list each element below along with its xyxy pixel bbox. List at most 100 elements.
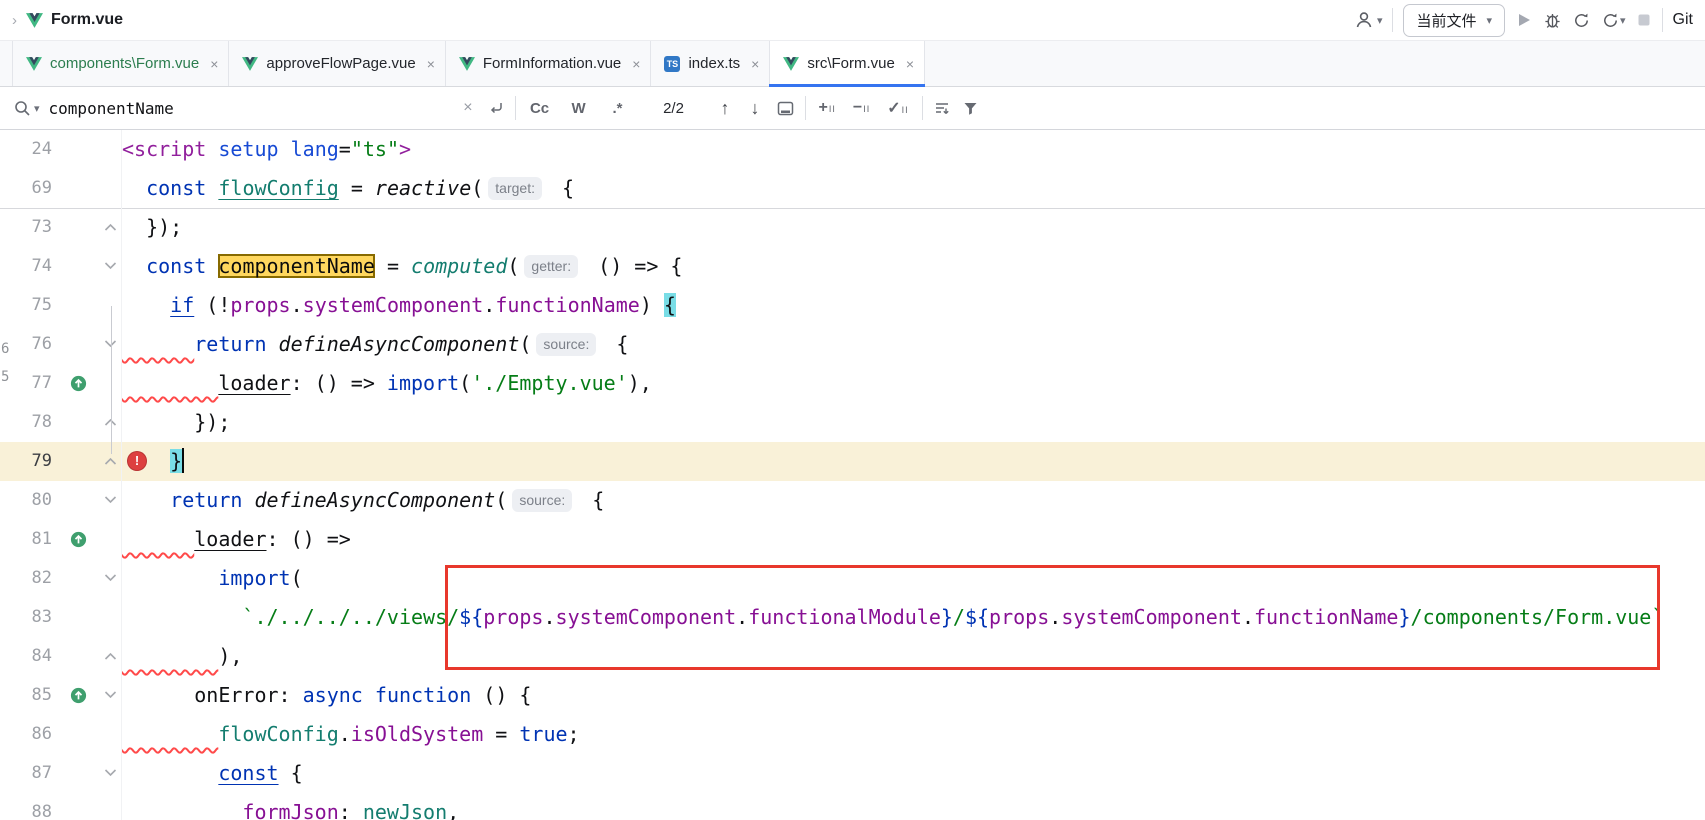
code-line[interactable]: 88 formJson: newJson,	[0, 793, 1705, 820]
implemented-marker-icon[interactable]	[70, 375, 87, 392]
editor-tab[interactable]: src\Form.vue×	[770, 41, 925, 86]
code-line[interactable]: 80 return defineAsyncComponent(source: {	[0, 481, 1705, 520]
add-occurrence-button[interactable]: +II	[815, 99, 840, 117]
line-number[interactable]: 69	[0, 169, 52, 208]
user-account-button[interactable]: ▾	[1354, 10, 1383, 30]
editor-tab[interactable]: approveFlowPage.vue×	[229, 41, 445, 86]
code-line[interactable]: 84 ),	[0, 637, 1705, 676]
match-case-toggle[interactable]: Cc	[525, 100, 555, 117]
line-number[interactable]: 85	[0, 676, 52, 715]
close-tab-icon[interactable]: ×	[906, 56, 914, 72]
code-line[interactable]: 81 loader: () =>	[0, 520, 1705, 559]
close-tab-icon[interactable]: ×	[210, 56, 218, 72]
newline-icon[interactable]	[486, 100, 506, 116]
code-text[interactable]: formJson: newJson,	[122, 793, 1705, 820]
fold-end-icon[interactable]	[104, 457, 117, 465]
code-text[interactable]: ),	[122, 637, 1705, 676]
code-line[interactable]: 77 loader: () => import('./Empty.vue'),	[0, 364, 1705, 403]
code-line[interactable]: 76 return defineAsyncComponent(source: {	[0, 325, 1705, 364]
debug-button[interactable]	[1543, 11, 1562, 30]
git-widget[interactable]: Git	[1673, 11, 1693, 29]
fold-end-icon[interactable]	[104, 223, 117, 231]
code-line[interactable]: 87 const {	[0, 754, 1705, 793]
line-number[interactable]: 87	[0, 754, 52, 793]
line-number[interactable]: 73	[0, 208, 52, 247]
code-editor[interactable]: 24<script setup lang="ts">69 const flowC…	[0, 130, 1705, 820]
whole-words-toggle[interactable]: W	[564, 100, 594, 117]
exclude-occurrence-button[interactable]: −II	[849, 99, 874, 117]
code-text[interactable]: });	[122, 403, 1705, 442]
run-button[interactable]	[1515, 11, 1533, 29]
line-number[interactable]: 24	[0, 130, 52, 169]
code-line[interactable]: 69 const flowConfig = reactive(target: {	[0, 169, 1705, 208]
code-line[interactable]: 79! }	[0, 442, 1705, 481]
fold-start-icon[interactable]	[104, 262, 117, 270]
code-text[interactable]: loader: () =>	[122, 520, 1705, 559]
filter-icon[interactable]	[961, 101, 980, 116]
line-number[interactable]: 83	[0, 598, 52, 637]
fold-start-icon[interactable]	[104, 574, 117, 582]
stop-button[interactable]	[1636, 12, 1652, 28]
code-text[interactable]: flowConfig.isOldSystem = true;	[122, 715, 1705, 754]
code-line[interactable]: 86 flowConfig.isOldSystem = true;	[0, 715, 1705, 754]
close-tab-icon[interactable]: ×	[751, 56, 759, 72]
line-number[interactable]: 82	[0, 559, 52, 598]
code-line[interactable]: 78 });	[0, 403, 1705, 442]
search-mode-button[interactable]: ▾	[14, 100, 40, 117]
fold-start-icon[interactable]	[104, 691, 117, 699]
line-number[interactable]: 84	[0, 637, 52, 676]
open-in-find-window-icon[interactable]	[775, 101, 796, 116]
fold-start-icon[interactable]	[104, 496, 117, 504]
code-text[interactable]: onError: async function () {	[122, 676, 1705, 715]
line-number[interactable]: 86	[0, 715, 52, 754]
code-line[interactable]: 75 if (!props.systemComponent.functionNa…	[0, 286, 1705, 325]
fold-start-icon[interactable]	[104, 769, 117, 777]
coverage-button[interactable]	[1572, 11, 1591, 30]
search-options-icon[interactable]	[932, 100, 952, 116]
next-match-button[interactable]: ↓	[745, 98, 766, 119]
rerun-button[interactable]: ▾	[1601, 11, 1626, 30]
code-line[interactable]: 82 import(	[0, 559, 1705, 598]
gutter: 82	[0, 559, 122, 598]
fold-end-icon[interactable]	[104, 652, 117, 660]
code-line[interactable]: 73 });	[0, 208, 1705, 247]
close-tab-icon[interactable]: ×	[427, 56, 435, 72]
code-text[interactable]: });	[122, 208, 1705, 247]
code-text[interactable]: const {	[122, 754, 1705, 793]
implemented-marker-icon[interactable]	[70, 531, 87, 548]
code-text[interactable]: const flowConfig = reactive(target: {	[122, 169, 1705, 208]
line-number[interactable]: 81	[0, 520, 52, 559]
code-text[interactable]: `./../../../views/${props.systemComponen…	[122, 598, 1705, 637]
code-line[interactable]: 85 onError: async function () {	[0, 676, 1705, 715]
code-text[interactable]: if (!props.systemComponent.functionName)…	[122, 286, 1705, 325]
search-input[interactable]: componentName ×	[49, 99, 477, 118]
line-number[interactable]: 75	[0, 286, 52, 325]
code-text[interactable]: <script setup lang="ts">	[122, 130, 1705, 169]
editor-tab[interactable]: components\Form.vue×	[12, 41, 229, 86]
close-tab-icon[interactable]: ×	[632, 56, 640, 72]
line-number[interactable]: 79	[0, 442, 52, 481]
editor-tab[interactable]: TSindex.ts×	[651, 41, 770, 86]
code-text[interactable]: }	[122, 442, 1705, 481]
line-number[interactable]: 74	[0, 247, 52, 286]
gutter: 78	[0, 403, 122, 442]
code-text[interactable]: return defineAsyncComponent(source: {	[122, 481, 1705, 520]
code-text[interactable]: const componentName = computed(getter: (…	[122, 247, 1705, 286]
select-all-occurrences-button[interactable]: ✓II	[883, 98, 912, 118]
code-text[interactable]: import(	[122, 559, 1705, 598]
implemented-marker-icon[interactable]	[70, 687, 87, 704]
code-line[interactable]: 24 <script setup lang="ts">	[0, 130, 1705, 169]
code-line[interactable]: 74 const componentName = computed(getter…	[0, 247, 1705, 286]
previous-match-button[interactable]: ↑	[715, 98, 736, 119]
clear-search-icon[interactable]: ×	[459, 99, 476, 117]
line-number[interactable]: 80	[0, 481, 52, 520]
line-number[interactable]: 78	[0, 403, 52, 442]
code-text[interactable]: loader: () => import('./Empty.vue'),	[122, 364, 1705, 403]
code-text[interactable]: return defineAsyncComponent(source: {	[122, 325, 1705, 364]
error-icon[interactable]: !	[128, 452, 146, 470]
line-number[interactable]: 88	[0, 793, 52, 820]
code-line[interactable]: 83 `./../../../views/${props.systemCompo…	[0, 598, 1705, 637]
run-configuration-select[interactable]: 当前文件 ▾	[1403, 4, 1505, 37]
editor-tab[interactable]: FormInformation.vue×	[446, 41, 652, 86]
regex-toggle[interactable]: .*	[603, 100, 633, 117]
